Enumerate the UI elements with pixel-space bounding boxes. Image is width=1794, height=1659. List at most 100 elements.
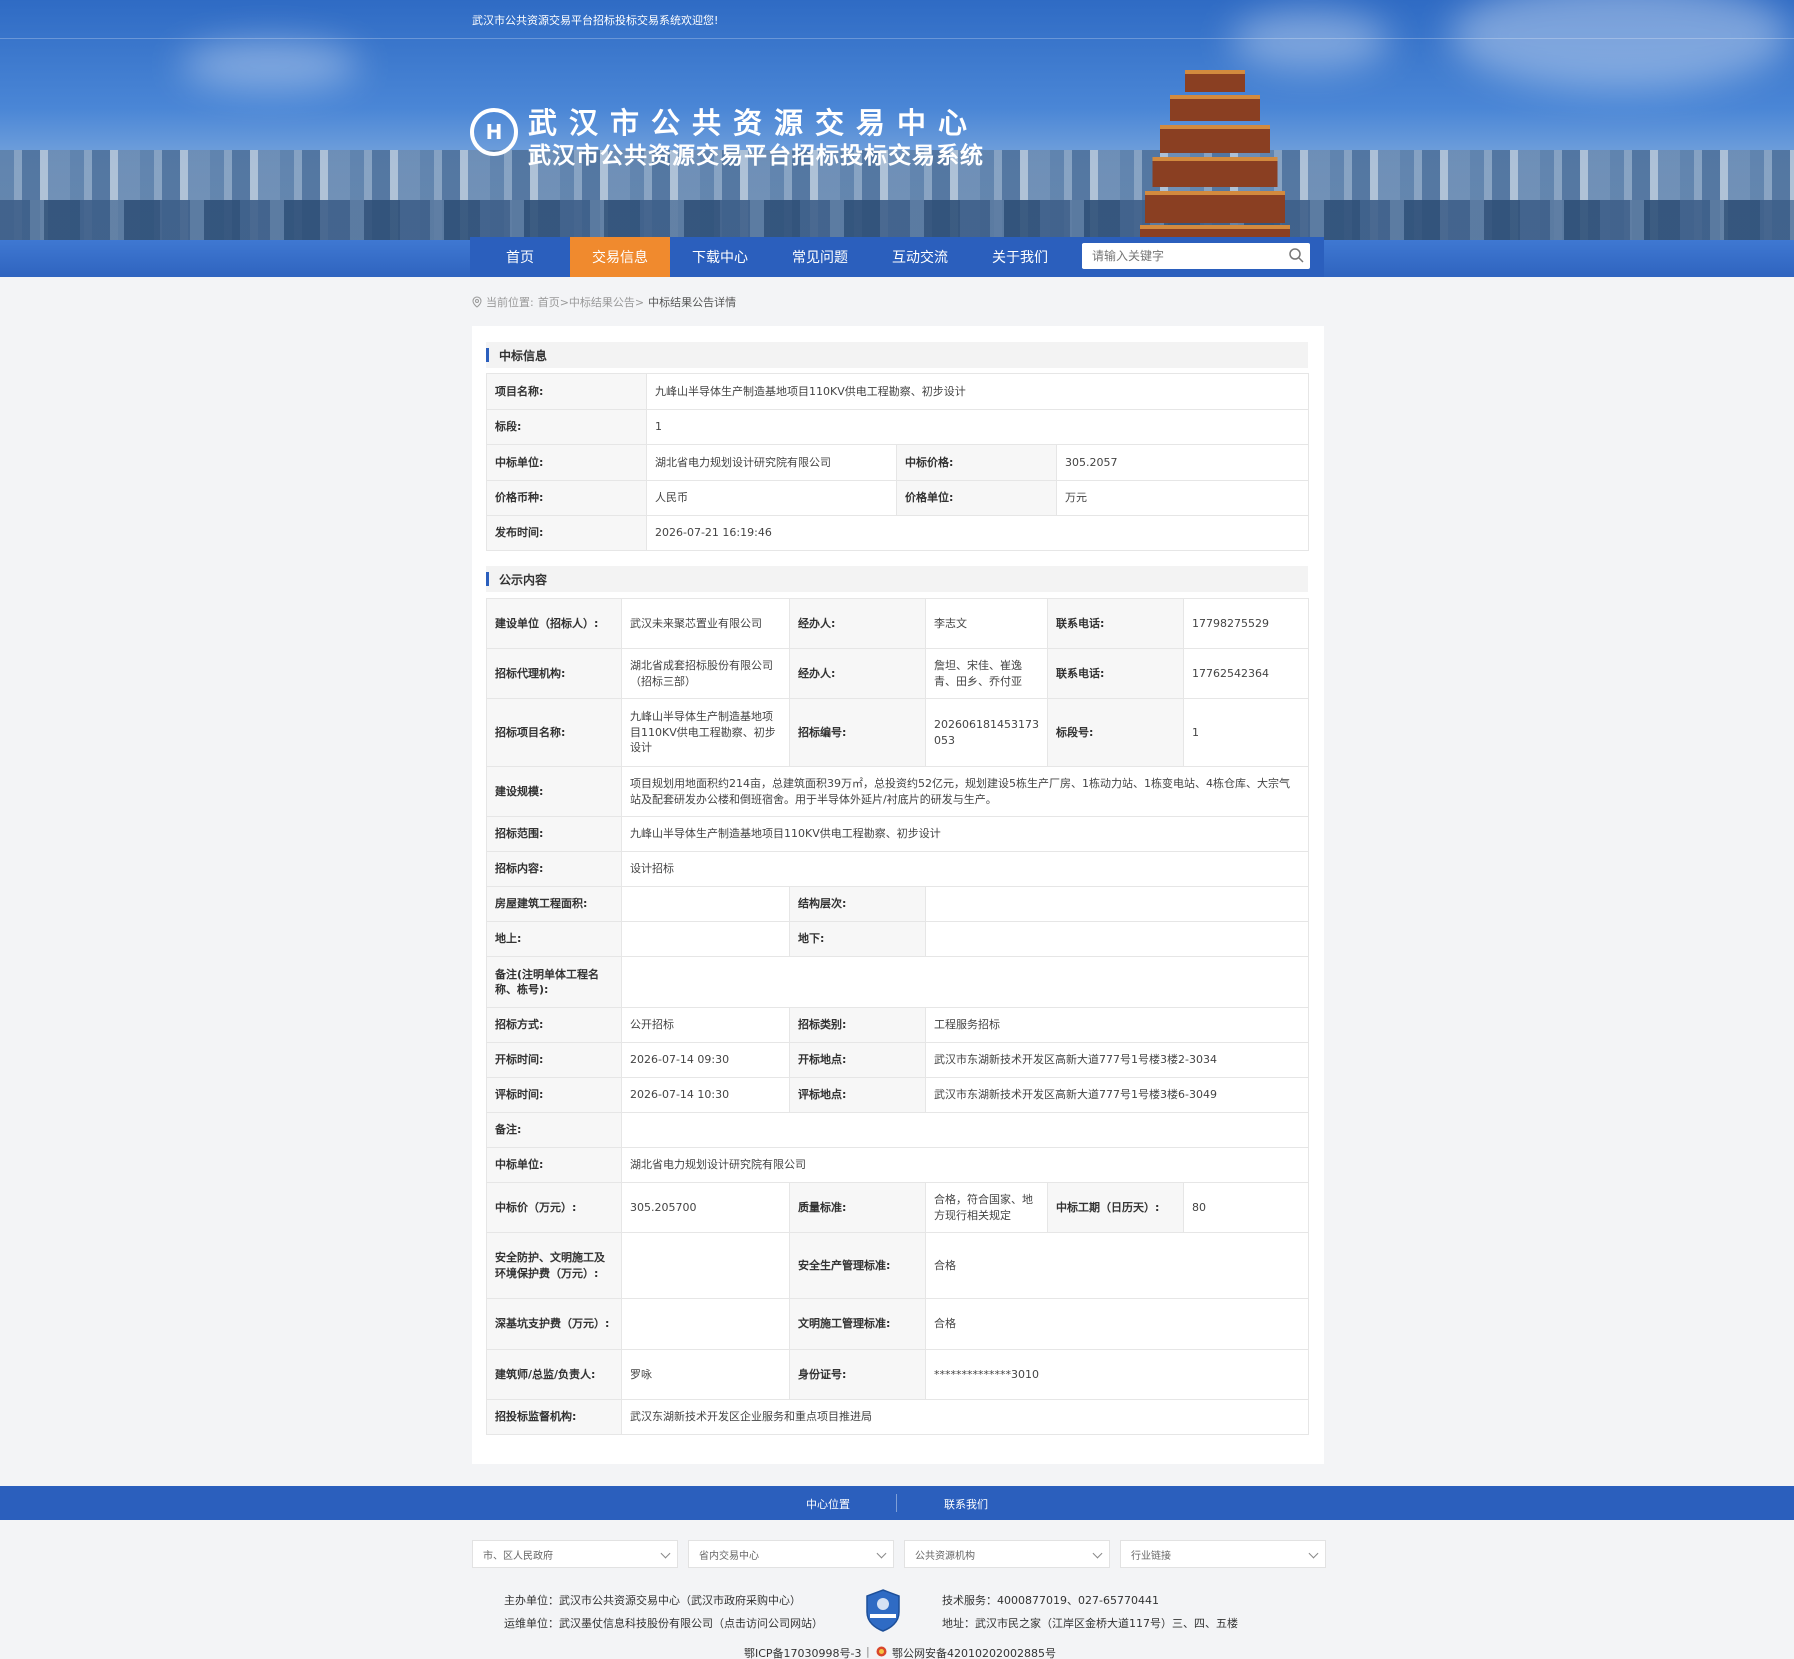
pit-fee — [621, 1298, 790, 1350]
gov-badge-icon[interactable] — [864, 1588, 902, 1632]
nav-faq[interactable]: 常见问题 — [770, 237, 870, 277]
label-method: 招标方式: — [486, 1007, 622, 1043]
nav-trade-info[interactable]: 交易信息 — [570, 237, 670, 277]
unit: 万元 — [1055, 480, 1310, 516]
label-publish-time: 发布时间: — [486, 515, 647, 551]
chevron-down-icon — [876, 1548, 887, 1559]
safety-std: 合格 — [925, 1232, 1309, 1299]
label-scope: 招标范围: — [486, 816, 622, 852]
section-award-info: 中标信息 — [486, 342, 1308, 368]
phone: 17798275529 — [1183, 598, 1309, 649]
label-final-winner: 中标单位: — [486, 1147, 622, 1183]
breadcrumb-prefix: 当前位置: — [486, 296, 534, 309]
detail-panel: 中标信息 项目名称: 九峰山半导体生产制造基地项目110KV供电工程勘察、初步设计… — [472, 326, 1324, 1464]
footer-link-location[interactable]: 中心位置 — [806, 1496, 850, 1512]
category: 工程服务招标 — [925, 1007, 1309, 1043]
label-below: 地下: — [789, 921, 926, 957]
winner: 湖北省电力规划设计研究院有限公司 — [646, 444, 897, 481]
label-supervisor: 招投标监督机构: — [486, 1399, 622, 1435]
nav-download[interactable]: 下载中心 — [670, 237, 770, 277]
location-icon — [472, 296, 482, 308]
remark2 — [621, 1112, 1309, 1148]
win-price: 305.205700 — [621, 1182, 790, 1233]
label-lot-no: 标段号: — [1047, 698, 1184, 767]
tender-no: 202606181453173053 — [925, 698, 1048, 767]
label-project-name: 项目名称: — [486, 373, 647, 410]
label-above: 地上: — [486, 921, 622, 957]
footer-link-contact[interactable]: 联系我们 — [944, 1496, 988, 1512]
label-winner: 中标单位: — [486, 444, 647, 481]
label-eval-place: 评标地点: — [789, 1077, 926, 1113]
label-quality: 质量标准: — [789, 1182, 926, 1233]
quality: 合格，符合国家、地方现行相关规定 — [925, 1182, 1048, 1233]
site-subtitle: 武汉市公共资源交易平台招标投标交易系统 — [528, 143, 984, 169]
welcome-text: 武汉市公共资源交易平台招标投标交易系统欢迎您! — [472, 14, 719, 27]
footer-host: 主办单位：武汉市公共资源交易中心（武汉市政府采购中心） — [504, 1594, 801, 1607]
label-agency: 招标代理机构: — [486, 648, 622, 699]
lot: 1 — [645, 409, 1310, 445]
label-win-price: 中标价（万元）: — [486, 1182, 622, 1233]
footer-icp[interactable]: 鄂ICP备17030998号-3 — [744, 1645, 862, 1659]
chevron-down-icon — [1092, 1548, 1103, 1559]
chevron-down-icon — [660, 1548, 671, 1559]
select-province-center[interactable]: 省内交易中心 — [688, 1540, 894, 1568]
tender-project: 九峰山半导体生产制造基地项目110KV供电工程勘察、初步设计 — [621, 698, 790, 767]
breadcrumb: 当前位置: 首页>中标结果公告> 中标结果公告详情 — [472, 294, 736, 310]
label-period: 中标工期（日历天）: — [1047, 1182, 1184, 1233]
label-civil-std: 文明施工管理标准: — [789, 1298, 926, 1350]
label-pit-fee: 深基坑支护费（万元）: — [486, 1298, 622, 1350]
footer-police[interactable]: 鄂公网安备42010202002885号 — [892, 1645, 1056, 1659]
final-winner: 湖北省电力规划设计研究院有限公司 — [621, 1147, 1309, 1183]
label-remark2: 备注: — [486, 1112, 622, 1148]
price: 305.2057 — [1055, 444, 1310, 481]
label-tender-project: 招标项目名称: — [486, 698, 622, 767]
label-lot: 标段: — [486, 409, 647, 445]
footer-ops[interactable]: 运维单位：武汉墨仗信息科技股份有限公司（点击访问公司网站） — [504, 1615, 823, 1631]
select-industry-links[interactable]: 行业链接 — [1120, 1540, 1326, 1568]
nav-home[interactable]: 首页 — [470, 237, 570, 277]
label-agency-phone: 联系电话: — [1047, 648, 1184, 699]
label-tender-no: 招标编号: — [789, 698, 926, 767]
award-info-table: 项目名称: 九峰山半导体生产制造基地项目110KV供电工程勘察、初步设计 标段: 1… — [486, 373, 1310, 551]
select-district-gov[interactable]: 市、区人民政府 — [472, 1540, 678, 1568]
publish-time: 2026-07-21 16:19:46 — [645, 515, 1310, 551]
label-scale: 建设规模: — [486, 766, 622, 817]
nav-about[interactable]: 关于我们 — [970, 237, 1070, 277]
below — [925, 921, 1309, 957]
announcement-table: 建设单位（招标人）: 武汉未来聚芯置业有限公司 经办人: 李志文 联系电话: 177982… — [486, 598, 1309, 1435]
open-time: 2026-07-14 09:30 — [621, 1042, 790, 1078]
content: 设计招标 — [621, 851, 1309, 887]
method: 公开招标 — [621, 1007, 790, 1043]
supervisor: 武汉东湖新技术开发区企业服务和重点项目推进局 — [621, 1399, 1309, 1435]
label-open-place: 开标地点: — [789, 1042, 926, 1078]
label-content: 招标内容: — [486, 851, 622, 887]
floors — [925, 886, 1309, 922]
search-box — [1082, 243, 1310, 269]
chevron-down-icon — [1308, 1548, 1319, 1559]
nav-interaction[interactable]: 互动交流 — [870, 237, 970, 277]
label-safety-fee: 安全防护、文明施工及环境保护费（万元）: — [486, 1232, 622, 1299]
label-eval-time: 评标时间: — [486, 1077, 622, 1113]
logo-icon: H — [470, 108, 518, 156]
label-safety-std: 安全生产管理标准: — [789, 1232, 926, 1299]
pagoda-image — [1140, 45, 1290, 240]
breadcrumb-path[interactable]: 首页>中标结果公告> — [538, 294, 644, 310]
search-input[interactable] — [1082, 244, 1278, 268]
eval-time: 2026-07-14 10:30 — [621, 1077, 790, 1113]
agency-handler: 詹坦、宋佳、崔逸青、田乡、乔付亚 — [925, 648, 1048, 699]
label-floors: 结构层次: — [789, 886, 926, 922]
area — [621, 886, 790, 922]
builder: 武汉未来聚芯置业有限公司 — [621, 598, 790, 649]
select-public-resource[interactable]: 公共资源机构 — [904, 1540, 1110, 1568]
eval-place: 武汉市东湖新技术开发区高新大道777号1号楼3楼6-3049 — [925, 1077, 1309, 1113]
civil-std: 合格 — [925, 1298, 1309, 1350]
label-unit: 价格单位: — [896, 480, 1057, 516]
search-icon[interactable] — [1288, 247, 1304, 263]
currency: 人民币 — [646, 480, 897, 516]
header-banner: 武汉市公共资源交易平台招标投标交易系统欢迎您! H 武汉市公共资源交易中心 武汉… — [0, 0, 1794, 240]
scope: 九峰山半导体生产制造基地项目110KV供电工程勘察、初步设计 — [621, 816, 1309, 852]
label-currency: 价格币种: — [486, 480, 647, 516]
section-title: 中标信息 — [499, 348, 548, 363]
label-id-no: 身份证号: — [789, 1349, 926, 1400]
footer-address: 地址：武汉市民之家（江岸区金桥大道117号）三、四、五楼 — [942, 1617, 1238, 1630]
